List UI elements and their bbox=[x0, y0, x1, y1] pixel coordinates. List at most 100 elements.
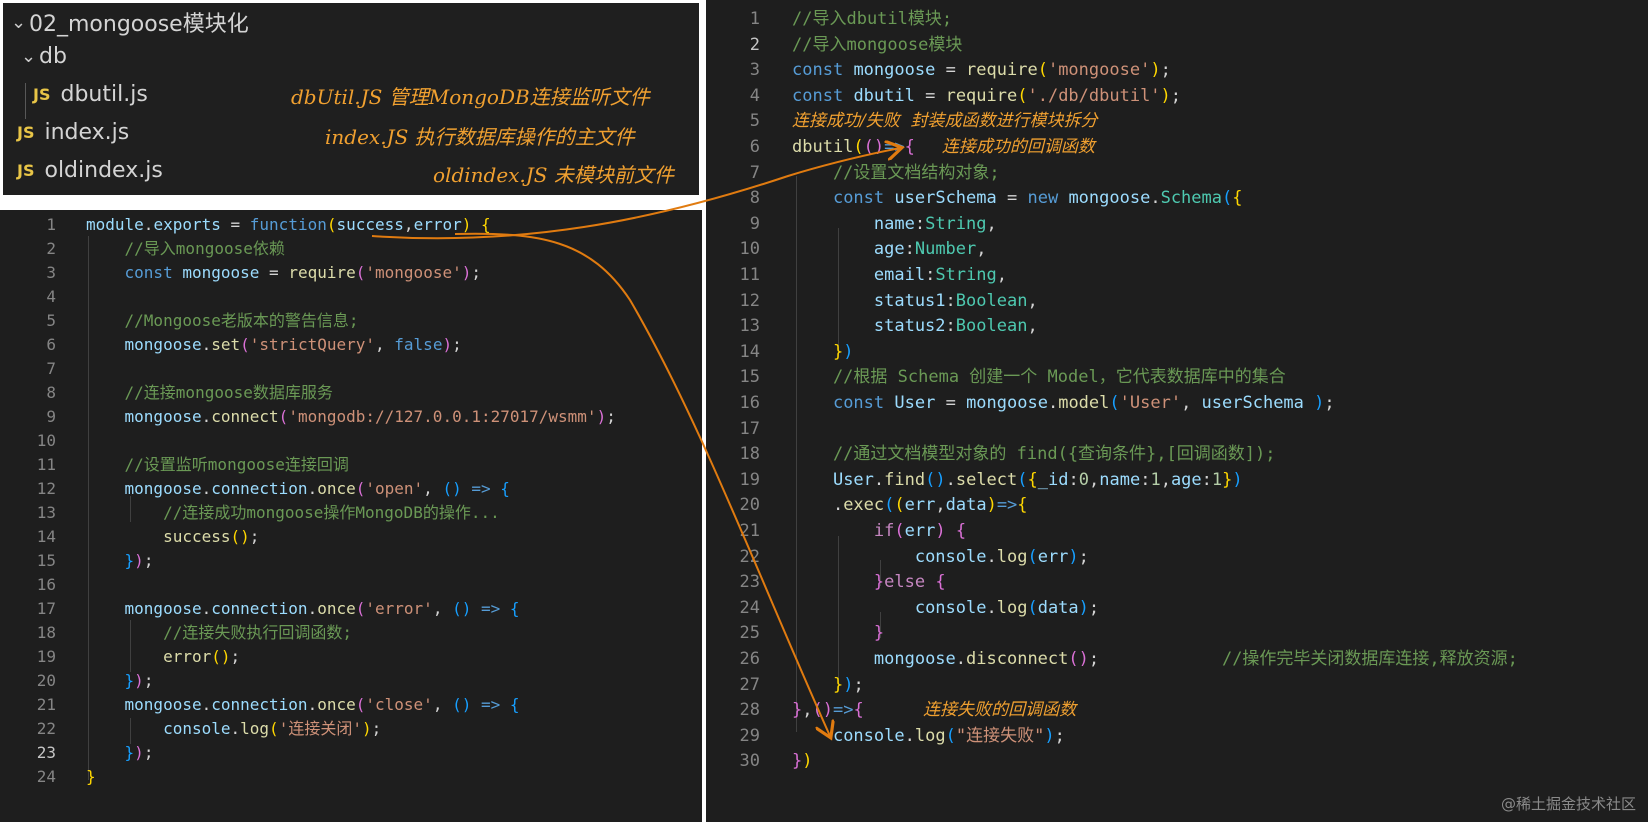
code-token: require bbox=[966, 60, 1038, 81]
explorer-folder-db[interactable]: ⌄ db bbox=[21, 37, 67, 75]
code-line[interactable]: 7 //设置文档结构对象; bbox=[706, 160, 1000, 186]
code-token: const bbox=[124, 263, 173, 282]
code-token: err bbox=[904, 495, 936, 516]
code-line[interactable]: 2 //导入mongoose依赖 bbox=[0, 236, 285, 262]
code-line[interactable]: 15 }); bbox=[0, 548, 154, 574]
code-line[interactable]: 17 mongoose.connection.once('error', () … bbox=[0, 596, 520, 622]
code-token: => bbox=[996, 495, 1018, 516]
code-token: mongoose bbox=[182, 263, 260, 282]
code-token: , bbox=[1027, 316, 1038, 337]
code-line[interactable]: 2 //导入mongoose模块 bbox=[706, 32, 963, 58]
code-line[interactable]: 12 status1:Boolean, bbox=[706, 288, 1038, 314]
line-number: 13 bbox=[36, 503, 56, 522]
code-text: status1:Boolean, bbox=[792, 288, 1038, 314]
code-line[interactable]: 19 error(); bbox=[0, 644, 240, 670]
file-item-index[interactable]: JS index.js bbox=[17, 113, 129, 151]
code-editor-index[interactable]: 1 //导入dbutil模块; 2 //导入mongoose模块 3 const mong… bbox=[706, 0, 1648, 822]
code-token: . bbox=[201, 407, 212, 426]
code-line[interactable]: 1 module.exports = function(success,error… bbox=[0, 212, 490, 238]
code-line[interactable]: 17 bbox=[706, 416, 792, 442]
code-token: . bbox=[904, 725, 915, 746]
code-line[interactable]: 28},()=>{ 连接失败的回调函数 bbox=[706, 697, 1077, 723]
code-line[interactable]: 11 //设置监听mongoose连接回调 bbox=[0, 452, 349, 478]
code-text: //导入dbutil模块; bbox=[792, 6, 952, 32]
panel-gap bbox=[0, 198, 702, 210]
code-line[interactable]: 24 console.log(data); bbox=[706, 595, 1100, 621]
code-token: { bbox=[853, 700, 864, 721]
code-line[interactable]: 13 //连接成功mongoose操作MongoDB的操作... bbox=[0, 500, 500, 526]
line-number: 7 bbox=[46, 359, 56, 378]
code-line[interactable]: 12 mongoose.connection.once('open', () =… bbox=[0, 476, 510, 502]
code-token: { bbox=[935, 572, 946, 593]
code-token: age bbox=[1170, 469, 1202, 490]
code-line[interactable]: 23 }else { bbox=[706, 569, 946, 595]
code-token: const bbox=[792, 85, 844, 106]
explorer-root-folder[interactable]: ⌄ 02_mongoose模块化 bbox=[11, 3, 249, 41]
code-line[interactable]: 27 }); bbox=[706, 672, 864, 698]
code-token: ( bbox=[945, 725, 956, 746]
code-token: , bbox=[802, 700, 813, 721]
code-token: ( bbox=[1027, 597, 1038, 618]
code-line[interactable]: 3 const mongoose = require('mongoose'); bbox=[0, 260, 481, 286]
code-token: dbutil bbox=[853, 85, 915, 106]
code-line[interactable]: 29 console.log("连接失败"); bbox=[706, 723, 1065, 749]
code-text: mongoose.connection.once('open', () => { bbox=[86, 476, 510, 502]
code-line[interactable]: 9 mongoose.connect('mongodb://127.0.0.1:… bbox=[0, 404, 615, 430]
line-number: 10 bbox=[739, 239, 760, 260]
code-line[interactable]: 19 User.find().select({_id:0,name:1,age:… bbox=[706, 467, 1243, 493]
code-line[interactable]: 18 //通过文档模型对象的 find({查询条件},[回调函数]); bbox=[706, 441, 1276, 467]
code-line[interactable]: 14 success(); bbox=[0, 524, 260, 550]
code-line[interactable]: 9 name:String, bbox=[706, 211, 997, 237]
code-token: 'User' bbox=[1119, 393, 1182, 413]
code-line[interactable]: 21 mongoose.connection.once('close', () … bbox=[0, 692, 520, 718]
code-token: { bbox=[955, 521, 967, 541]
code-token: 'mongodb://127.0.0.1:27017/wsmm' bbox=[288, 407, 597, 426]
code-line[interactable]: 8 const userSchema = new mongoose.Schema… bbox=[706, 185, 1243, 211]
code-line[interactable]: 6 mongoose.set('strictQuery', false); bbox=[0, 332, 461, 358]
code-line[interactable]: 20 }); bbox=[0, 668, 154, 694]
code-line[interactable]: 7 bbox=[0, 356, 86, 382]
code-line[interactable]: 4 bbox=[0, 284, 86, 310]
code-line[interactable]: 22 console.log('连接关闭'); bbox=[0, 716, 382, 742]
code-line[interactable]: 13 status2:Boolean, bbox=[706, 313, 1038, 339]
code-line[interactable]: 21 if(err) { bbox=[706, 518, 967, 544]
code-line[interactable]: 10 bbox=[0, 428, 86, 454]
code-editor-dbutil[interactable]: 1 module.exports = function(success,error… bbox=[0, 210, 702, 822]
code-line[interactable]: 24} bbox=[0, 764, 96, 790]
line-number: 9 bbox=[749, 213, 760, 234]
file-item-oldindex[interactable]: JS oldindex.js bbox=[17, 151, 163, 189]
code-line[interactable]: 8 //连接mongoose数据库服务 bbox=[0, 380, 333, 406]
file-item-dbutil[interactable]: JS dbutil.js bbox=[33, 75, 148, 113]
code-line[interactable]: 16 bbox=[0, 572, 86, 598]
code-line[interactable]: 20 .exec((err,data)=>{ bbox=[706, 492, 1028, 518]
code-line[interactable]: 1 //导入dbutil模块; bbox=[706, 6, 952, 32]
code-line[interactable]: 22 console.log(err); bbox=[706, 544, 1089, 570]
code-line[interactable]: 15 //根据 Schema 创建一个 Model，它代表数据库中的集合 bbox=[706, 364, 1286, 390]
code-line[interactable]: 18 //连接失败执行回调函数; bbox=[0, 620, 352, 646]
code-token: { bbox=[904, 137, 915, 157]
code-token: : bbox=[1140, 469, 1151, 490]
code-line[interactable]: 23 }); bbox=[0, 740, 154, 766]
code-line[interactable]: 26 mongoose.disconnect(); //操作完毕关闭数据库连接,… bbox=[706, 646, 1518, 672]
code-line[interactable]: 5 连接成功/失败 封装成函数进行模块拆分 bbox=[706, 108, 1098, 134]
code-line[interactable]: 30}) bbox=[706, 748, 813, 774]
code-line[interactable]: 10 age:Number, bbox=[706, 236, 987, 262]
code-line[interactable]: 25 } bbox=[706, 620, 885, 646]
code-line[interactable]: 14 }) bbox=[706, 339, 854, 365]
code-line[interactable]: 3 const mongoose = require('mongoose'); bbox=[706, 57, 1171, 83]
code-token: ; bbox=[471, 263, 481, 282]
code-token: 'mongoose' bbox=[1047, 60, 1151, 81]
code-line[interactable]: 16 const User = mongoose.model('User', u… bbox=[706, 390, 1335, 416]
code-line[interactable]: 11 email:String, bbox=[706, 262, 1007, 288]
code-line[interactable]: 4 const dbutil = require('./db/dbutil'); bbox=[706, 83, 1181, 109]
code-line[interactable]: 6 dbutil(()=>{ 连接成功的回调函数 bbox=[706, 134, 1095, 160]
code-token: , bbox=[986, 213, 997, 234]
code-text: const userSchema = new mongoose.Schema({ bbox=[792, 185, 1243, 211]
code-line[interactable]: 5 //Mongoose老版本的警告信息; bbox=[0, 308, 358, 334]
